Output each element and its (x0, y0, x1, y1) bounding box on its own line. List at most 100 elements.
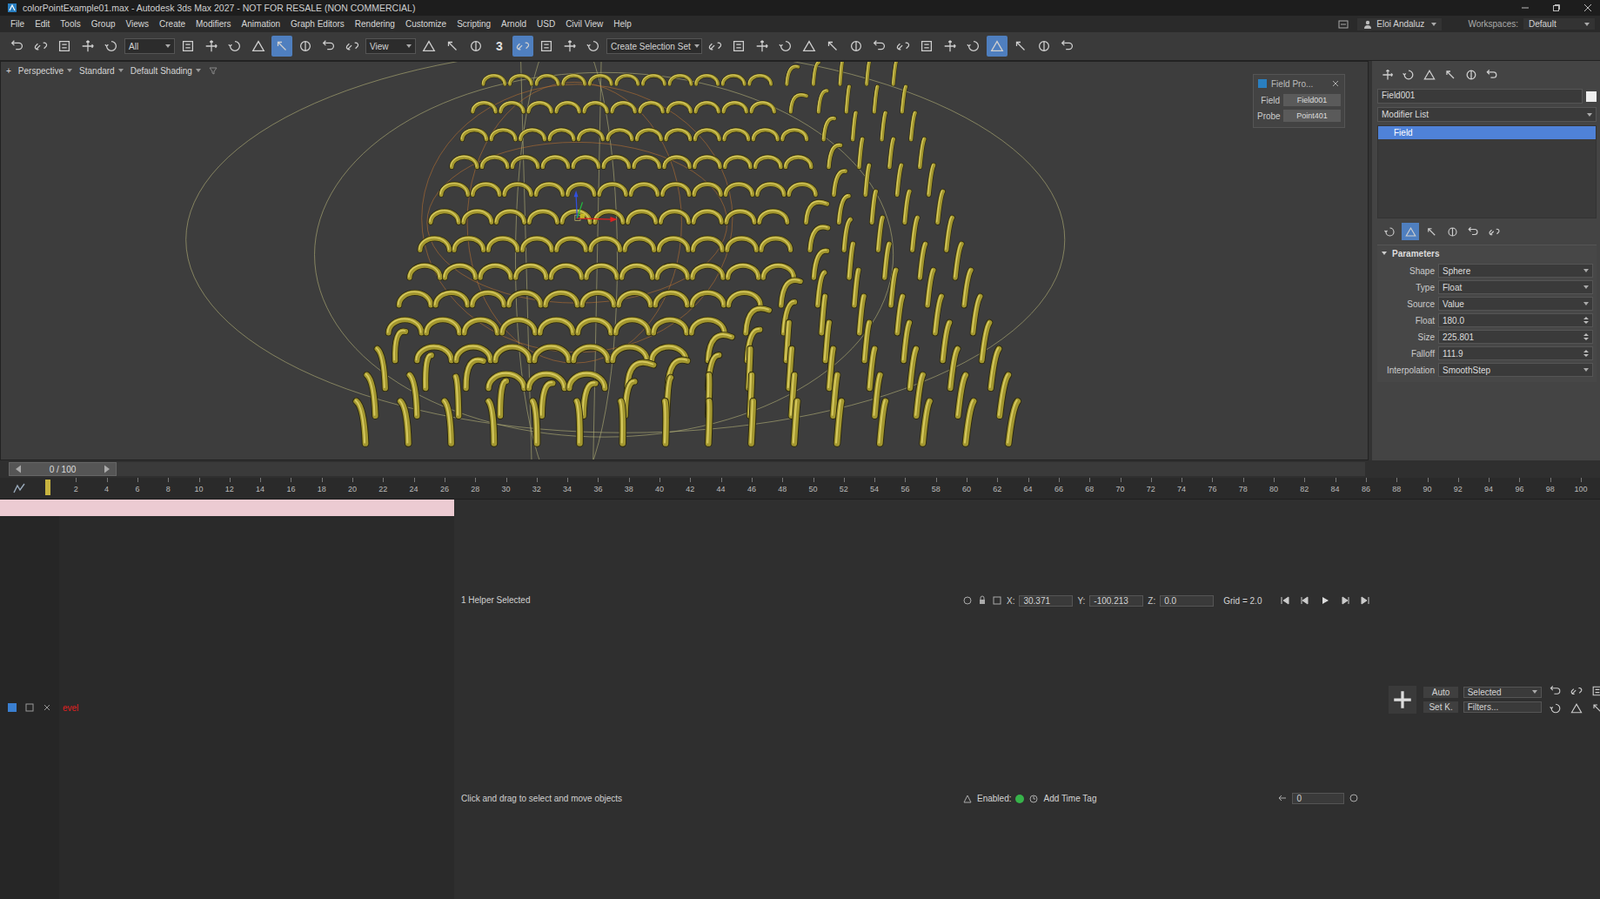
close-icon[interactable] (1582, 2, 1594, 14)
tool-button[interactable] (822, 35, 844, 57)
tool-button[interactable] (224, 35, 246, 57)
tool-button[interactable] (200, 35, 222, 57)
menu-item[interactable]: Scripting (451, 19, 496, 29)
tool-button[interactable] (939, 35, 961, 57)
stack-tool-button[interactable] (1485, 222, 1503, 241)
windows-icon[interactable] (6, 702, 18, 713)
key-filter-dropdown[interactable]: Selected (1463, 686, 1542, 698)
tool-button[interactable] (535, 35, 557, 57)
adaptive-degradation-icon[interactable] (962, 793, 973, 804)
time-slider-track[interactable]: 0 / 100 (8, 461, 1366, 476)
navigation-icon[interactable] (1569, 683, 1584, 698)
tool-button[interactable] (53, 35, 75, 57)
tool-button[interactable] (100, 35, 122, 57)
menu-item[interactable]: Create (153, 19, 191, 29)
set-key-button[interactable]: Set K. (1423, 701, 1458, 713)
tool-button[interactable] (798, 35, 820, 57)
navigation-icon[interactable] (1548, 683, 1563, 698)
menu-item[interactable]: Rendering (349, 19, 401, 29)
time-slider-thumb[interactable]: 0 / 100 (8, 461, 117, 476)
tool-button[interactable] (247, 35, 269, 57)
scene-canvas[interactable] (0, 61, 1368, 460)
menu-item[interactable]: USD (531, 19, 561, 29)
spinner-arrows-icon[interactable] (1583, 315, 1589, 325)
current-frame-marker[interactable] (45, 479, 51, 496)
viewport-label[interactable]: Standard (79, 66, 124, 76)
workspace-dropdown[interactable]: Default (1523, 18, 1595, 30)
add-time-tag[interactable]: Add Time Tag (1043, 793, 1097, 804)
tool-button[interactable] (1010, 35, 1031, 57)
coordinate-field[interactable]: 0.0 (1159, 595, 1214, 607)
coordinate-field[interactable]: -100.213 (1089, 595, 1144, 607)
dropdown-control[interactable]: Value (1438, 296, 1594, 311)
tool-button[interactable] (441, 35, 463, 57)
tool-button[interactable] (294, 35, 316, 57)
spinner-arrows-icon[interactable] (1583, 348, 1589, 358)
enabled-toggle[interactable] (1015, 794, 1025, 804)
object-name-field[interactable]: Field001 (1377, 88, 1583, 104)
clear-icon[interactable] (41, 702, 53, 713)
perspective-viewport[interactable]: +PerspectiveStandardDefault Shading Fiel… (0, 60, 1369, 461)
tool-button[interactable] (418, 35, 440, 57)
tool-button[interactable] (916, 35, 938, 57)
tool-button[interactable] (963, 35, 985, 57)
object-color-swatch[interactable] (1586, 91, 1597, 102)
tool-button[interactable] (986, 35, 1008, 57)
rollout-header[interactable]: Parameters (1377, 245, 1597, 262)
tool-button[interactable] (869, 35, 891, 57)
curve-editor-icon[interactable] (12, 481, 27, 496)
tool-button[interactable] (845, 35, 867, 57)
tool-button[interactable] (728, 35, 750, 57)
menu-item[interactable]: Customize (400, 19, 452, 29)
hierarchy-tab-icon[interactable] (1422, 67, 1437, 82)
dropdown-control[interactable]: Float (1438, 280, 1594, 295)
time-tag-icon[interactable] (1028, 793, 1039, 804)
key-filters-button[interactable]: Filters... (1463, 701, 1542, 713)
stack-tool-button[interactable] (1401, 222, 1420, 241)
key-mode-icon[interactable] (1277, 792, 1288, 804)
menu-item[interactable]: Civil View (560, 19, 609, 29)
restore-icon[interactable] (1551, 2, 1562, 14)
navigation-icon[interactable] (1548, 701, 1563, 716)
tool-button[interactable] (6, 35, 28, 57)
next-key-icon[interactable] (1339, 595, 1351, 606)
selection-filter-dropdown[interactable]: All (124, 38, 175, 54)
tool-button[interactable] (341, 35, 363, 57)
modify-tab-icon[interactable] (1401, 67, 1416, 82)
set-key-icon[interactable] (1388, 685, 1417, 714)
tool-button[interactable] (271, 35, 293, 57)
selection-set-dropdown[interactable]: Create Selection Set (606, 38, 703, 54)
tool-button[interactable] (1057, 35, 1078, 57)
navigation-icon[interactable] (1590, 683, 1600, 698)
box-icon[interactable] (24, 702, 35, 713)
pick-button[interactable]: Field001 (1283, 93, 1341, 107)
utilities-tab-icon[interactable] (1485, 67, 1500, 82)
pick-button[interactable]: Point401 (1283, 109, 1341, 122)
menu-item[interactable]: Views (120, 19, 155, 29)
listener-input[interactable]: evel (59, 515, 455, 899)
display-tab-icon[interactable] (1464, 67, 1479, 82)
tool-button[interactable] (559, 35, 581, 57)
menu-item[interactable]: Graph Editors (285, 19, 350, 29)
previous-key-icon[interactable] (1299, 595, 1311, 606)
user-menu[interactable]: Eloi Andaluz (1357, 18, 1442, 31)
stack-item[interactable]: Field (1378, 126, 1596, 140)
go-to-start-icon[interactable] (1279, 595, 1291, 606)
menu-item[interactable]: Tools (54, 19, 86, 29)
listener-output[interactable] (0, 499, 455, 516)
filter-icon[interactable] (207, 65, 219, 76)
menu-item[interactable]: File (5, 19, 30, 29)
auto-key-button[interactable]: Auto (1423, 686, 1458, 698)
dropdown-control[interactable]: Sphere (1438, 263, 1594, 278)
menu-item[interactable]: Arnold (495, 19, 532, 29)
previous-frame-icon[interactable] (13, 463, 24, 475)
tool-button[interactable] (751, 35, 773, 57)
tool-button[interactable] (30, 35, 52, 57)
stack-tool-button[interactable] (1443, 222, 1461, 241)
next-frame-icon[interactable] (101, 463, 113, 475)
dialog-title-bar[interactable]: Field Pro... (1257, 76, 1341, 91)
motion-tab-icon[interactable] (1443, 67, 1458, 82)
tool-button[interactable] (1033, 35, 1055, 57)
stack-tool-button[interactable] (1422, 222, 1440, 241)
menu-item[interactable]: Animation (236, 19, 286, 29)
